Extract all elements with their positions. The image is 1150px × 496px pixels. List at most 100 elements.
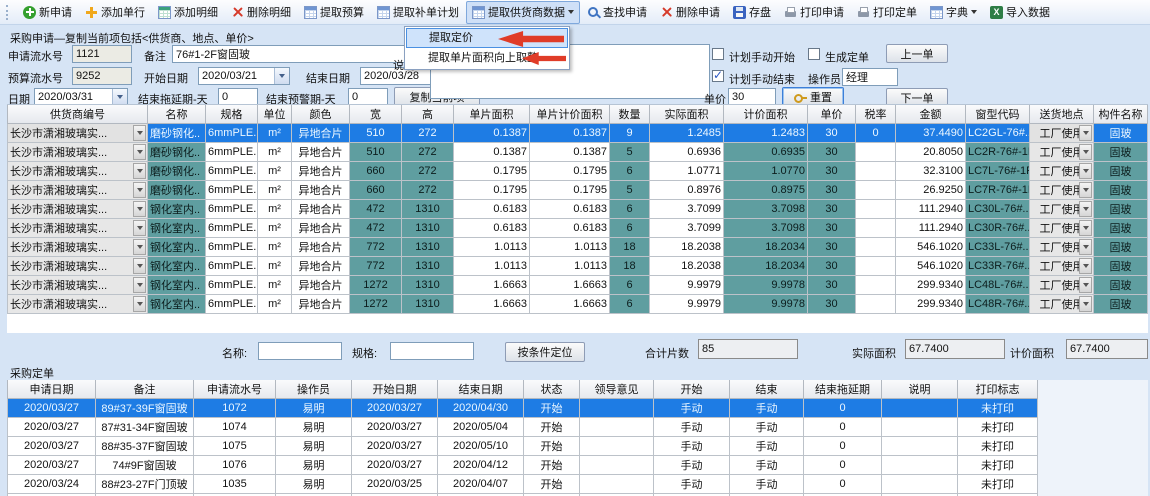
table-row[interactable]: 长沙市潇湘玻璃实...钢化室内..6mmPLE...m²异地合片47213100… — [8, 219, 1148, 238]
table-row[interactable]: 2020/03/2789#37-39F窗固玻1072易明2020/03/2720… — [8, 399, 1038, 418]
chevron-down-icon[interactable] — [133, 258, 146, 274]
dropdown-cell[interactable]: 工厂使用 — [1030, 295, 1094, 314]
chevron-down-icon[interactable] — [1079, 220, 1092, 236]
chevron-down-icon[interactable] — [568, 10, 574, 14]
table-row[interactable]: 长沙市潇湘玻璃实...磨砂钢化..6mmPLE...m²异地合片6602720.… — [8, 181, 1148, 200]
column-header[interactable]: 构件名称 — [1094, 105, 1148, 124]
column-header[interactable]: 单片面积 — [454, 105, 530, 124]
dropdown-cell[interactable]: 长沙市潇湘玻璃实... — [8, 219, 148, 238]
chevron-down-icon[interactable] — [133, 277, 146, 293]
table-row[interactable]: 长沙市潇湘玻璃实...磨砂钢化..6mmPLE...m²异地合片6602720.… — [8, 162, 1148, 181]
table-row[interactable]: 长沙市潇湘玻璃实...磨砂钢化..6mmPLE...m²异地合片5102720.… — [8, 124, 1148, 143]
toolbar-button-find-request[interactable]: 查找申请 — [581, 1, 653, 24]
column-header[interactable]: 结束日期 — [438, 380, 524, 399]
remark-input[interactable] — [172, 45, 420, 63]
dropdown-cell[interactable]: 长沙市潇湘玻璃实... — [8, 124, 148, 143]
dropdown-cell[interactable]: 工厂使用 — [1030, 162, 1094, 181]
column-header[interactable]: 颜色 — [292, 105, 350, 124]
chevron-down-icon[interactable] — [1079, 201, 1092, 217]
manual-end-checkbox[interactable] — [712, 70, 724, 82]
chevron-down-icon[interactable] — [1079, 163, 1092, 179]
column-header[interactable]: 结束 — [730, 380, 804, 399]
chevron-down-icon[interactable] — [133, 163, 146, 179]
toolbar-button-print-order[interactable]: 打印定单 — [851, 1, 923, 24]
table-row[interactable]: 2020/03/2774#9F窗固玻1076易明2020/03/272020/0… — [8, 456, 1038, 475]
toolbar-button-delete-detail[interactable]: 删除明细 — [225, 1, 297, 24]
column-header[interactable]: 单价 — [808, 105, 856, 124]
manual-start-checkbox[interactable] — [712, 48, 724, 60]
column-header[interactable]: 税率 — [856, 105, 896, 124]
toolbar-button-delete-request[interactable]: 删除申请 — [654, 1, 726, 24]
budget-input[interactable] — [72, 67, 132, 85]
dropdown-cell[interactable]: 工厂使用 — [1030, 143, 1094, 162]
spec-filter-input[interactable] — [390, 342, 474, 360]
table-row[interactable]: 长沙市潇湘玻璃实...钢化室内..6mmPLE...m²异地合片12721310… — [8, 295, 1148, 314]
dropdown-cell[interactable]: 工厂使用 — [1030, 181, 1094, 200]
toolbar-button-import-data[interactable]: 导入数据 — [984, 1, 1056, 24]
column-header[interactable]: 状态 — [524, 380, 580, 399]
column-header[interactable]: 领导意见 — [580, 380, 654, 399]
column-header[interactable]: 备注 — [96, 380, 194, 399]
toolbar-button-dictionary[interactable]: 字典 — [924, 1, 983, 24]
toolbar-button-save[interactable]: 存盘 — [727, 1, 777, 24]
column-header[interactable]: 结束拖延期 — [804, 380, 882, 399]
column-header[interactable]: 开始 — [654, 380, 730, 399]
operator-input[interactable] — [842, 68, 898, 86]
chevron-down-icon[interactable] — [274, 68, 289, 84]
dropdown-cell[interactable]: 工厂使用 — [1030, 219, 1094, 238]
toolbar-button-extract-supplier-data[interactable]: 提取供货商数据 — [466, 1, 580, 24]
prev-order-button[interactable]: 上一单 — [886, 44, 948, 63]
chevron-down-icon[interactable] — [971, 10, 977, 14]
name-filter-input[interactable] — [258, 342, 342, 360]
toolbar-button-new-request[interactable]: 新申请 — [17, 1, 78, 24]
column-header[interactable]: 单位 — [258, 105, 292, 124]
table-row[interactable]: 2020/03/2788#35-37F窗固玻1075易明2020/03/2720… — [8, 437, 1038, 456]
dropdown-cell[interactable]: 长沙市潇湘玻璃实... — [8, 276, 148, 295]
chevron-down-icon[interactable] — [1079, 144, 1092, 160]
chevron-down-icon[interactable] — [1079, 277, 1092, 293]
generate-order-checkbox[interactable] — [808, 48, 820, 60]
chevron-down-icon[interactable] — [1079, 125, 1092, 141]
column-header[interactable]: 计价面积 — [724, 105, 808, 124]
dropdown-cell[interactable]: 长沙市潇湘玻璃实... — [8, 181, 148, 200]
table-row[interactable]: 2020/03/2787#31-34F窗固玻1074易明2020/03/2720… — [8, 418, 1038, 437]
toolbar-button-add-detail[interactable]: 添加明细 — [152, 1, 224, 24]
dropdown-cell[interactable]: 工厂使用 — [1030, 276, 1094, 295]
table-row[interactable]: 长沙市潇湘玻璃实...钢化室内..6mmPLE...m²异地合片12721310… — [8, 276, 1148, 295]
toolbar-button-extract-supplement-plan[interactable]: 提取补单计划 — [371, 1, 465, 24]
dropdown-cell[interactable]: 工厂使用 — [1030, 257, 1094, 276]
chevron-down-icon[interactable] — [1079, 296, 1092, 312]
locate-by-condition-button[interactable]: 按条件定位 — [505, 342, 585, 362]
dropdown-cell[interactable]: 工厂使用 — [1030, 200, 1094, 219]
chevron-down-icon[interactable] — [1079, 182, 1092, 198]
dropdown-cell[interactable]: 长沙市潇湘玻璃实... — [8, 200, 148, 219]
chevron-down-icon[interactable] — [1079, 258, 1092, 274]
column-header[interactable]: 说明 — [882, 380, 958, 399]
chevron-down-icon[interactable] — [133, 239, 146, 255]
column-header[interactable]: 规格 — [206, 105, 258, 124]
column-header[interactable]: 宽 — [350, 105, 402, 124]
column-header[interactable]: 送货地点 — [1030, 105, 1094, 124]
table-row[interactable]: 2020/03/2488#23-27F门顶玻1035易明2020/03/2520… — [8, 475, 1038, 494]
toolbar-button-print-request[interactable]: 打印申请 — [778, 1, 850, 24]
dropdown-cell[interactable]: 工厂使用 — [1030, 124, 1094, 143]
column-header[interactable]: 单片计价面积 — [530, 105, 610, 124]
column-header[interactable]: 申请流水号 — [194, 380, 276, 399]
column-header[interactable]: 高 — [402, 105, 454, 124]
column-header[interactable]: 金额 — [896, 105, 966, 124]
toolbar-button-add-single-row[interactable]: 添加单行 — [79, 1, 151, 24]
chevron-down-icon[interactable] — [133, 182, 146, 198]
column-header[interactable]: 窗型代码 — [966, 105, 1030, 124]
dropdown-cell[interactable]: 长沙市潇湘玻璃实... — [8, 162, 148, 181]
chevron-down-icon[interactable] — [112, 89, 127, 105]
dropdown-cell[interactable]: 长沙市潇湘玻璃实... — [8, 295, 148, 314]
column-header[interactable]: 实际面积 — [650, 105, 724, 124]
chevron-down-icon[interactable] — [133, 220, 146, 236]
start-date-combo[interactable]: 2020/03/21 — [198, 67, 290, 85]
toolbar-button-extract-budget[interactable]: 提取预算 — [298, 1, 370, 24]
table-row[interactable]: 长沙市潇湘玻璃实...钢化室内..6mmPLE...m²异地合片47213100… — [8, 200, 1148, 219]
dropdown-cell[interactable]: 工厂使用 — [1030, 238, 1094, 257]
column-header[interactable]: 数量 — [610, 105, 650, 124]
chevron-down-icon[interactable] — [1079, 239, 1092, 255]
chevron-down-icon[interactable] — [133, 201, 146, 217]
